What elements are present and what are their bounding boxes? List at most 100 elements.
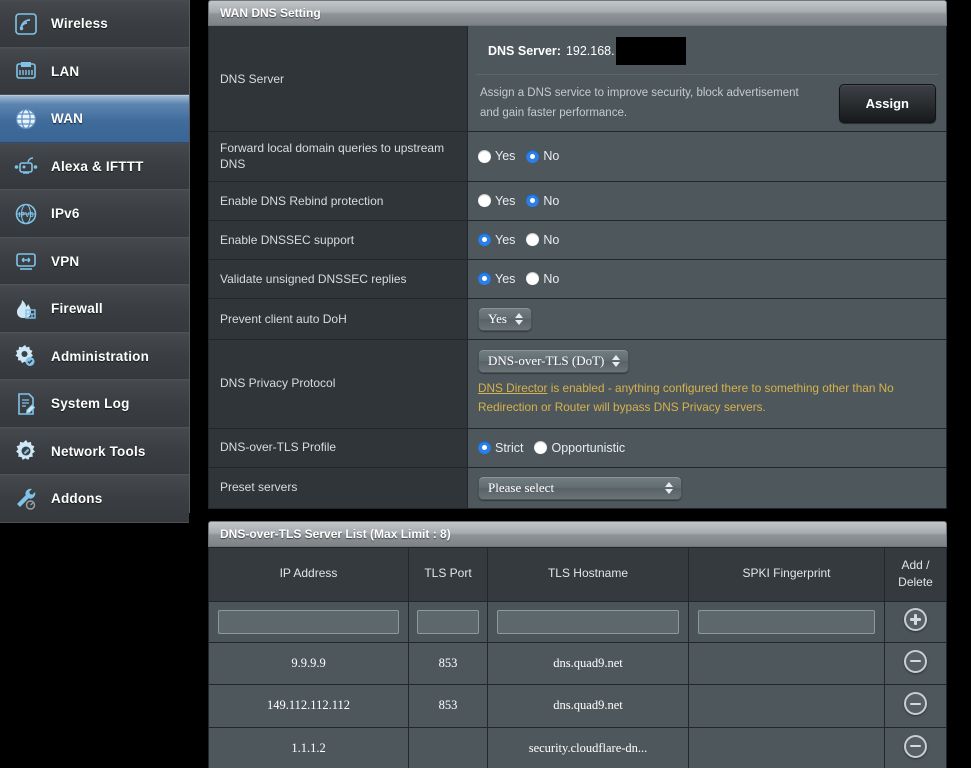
cell-tls-port: 853: [408, 641, 488, 686]
sidebar-item-ipv6[interactable]: IPV6 IPv6: [0, 190, 189, 238]
dot-profile-opportunistic[interactable]: Opportunistic: [534, 441, 625, 455]
forward-local-yes[interactable]: Yes: [478, 149, 515, 163]
radio-indicator: [478, 194, 491, 208]
row-label: Forward local domain queries to upstream…: [209, 132, 468, 181]
sidebar-item-wan[interactable]: WAN: [0, 95, 189, 143]
row-dns-rebind-protection: Enable DNS Rebind protection Yes No: [209, 181, 946, 221]
cell-action: [884, 684, 947, 728]
dns-privacy-protocol-selected-value: DNS-over-TLS (DoT): [488, 352, 605, 368]
ip-address-input[interactable]: [218, 609, 399, 634]
minus-circle-icon[interactable]: [904, 649, 927, 673]
cell-ip-address: 149.112.112.112: [208, 684, 409, 728]
rebind-yes[interactable]: Yes: [478, 194, 515, 208]
radio-indicator: [526, 272, 540, 286]
firewall-flame-icon: [9, 292, 43, 326]
forward-local-no[interactable]: No: [526, 149, 559, 163]
cell-new-action: [884, 600, 947, 643]
table-header-row: IP Address TLS Port TLS Hostname SPKI Fi…: [208, 546, 947, 602]
dnssec-yes[interactable]: Yes: [478, 233, 515, 247]
alexa-ifttt-icon: [9, 149, 43, 183]
row-label: Preset servers: [209, 467, 468, 508]
dns-director-link[interactable]: DNS Director: [478, 381, 547, 395]
sidebar-item-lan[interactable]: LAN: [0, 47, 189, 95]
validate-unsigned-no[interactable]: No: [526, 272, 559, 286]
tls-hostname-input[interactable]: [497, 609, 679, 634]
cell-tls-hostname: dns.quad9.net: [487, 684, 689, 728]
radio-label: Yes: [495, 193, 516, 208]
preset-servers-select[interactable]: Please select: [478, 475, 682, 500]
dns-server-value-label: DNS Server:: [488, 44, 561, 58]
dns-privacy-protocol-select[interactable]: DNS-over-TLS (DoT): [478, 348, 630, 373]
cell-new-port: [408, 600, 488, 643]
table-row: 9.9.9.9 853 dns.quad9.net: [208, 641, 947, 686]
sidebar-item-label: Administration: [51, 348, 150, 364]
rebind-no[interactable]: No: [526, 194, 559, 208]
row-dns-server: DNS Server DNS Server: 192.168. Assign a…: [209, 26, 946, 133]
column-header-ip-address: IP Address: [208, 546, 409, 602]
ipv6-icon: IPV6: [9, 197, 43, 231]
redaction-box: [615, 37, 686, 65]
radio-indicator: [526, 233, 540, 247]
sidebar-item-wireless[interactable]: Wireless: [0, 0, 189, 48]
rebind-radio-group: Yes No: [478, 194, 559, 208]
cell-ip-address: 1.1.1.2: [208, 726, 409, 768]
radio-indicator: [478, 441, 491, 455]
cell-tls-hostname: dns.quad9.net: [487, 641, 689, 686]
prevent-doh-selected-value: Yes: [488, 310, 507, 326]
radio-label: Yes: [495, 149, 516, 164]
column-header-tls-port: TLS Port: [408, 546, 488, 602]
tls-port-input[interactable]: [417, 609, 479, 634]
lan-icon: [9, 54, 43, 88]
dns-server-ip-visible: 192.168.: [565, 44, 615, 58]
cell-spki-fingerprint: [688, 684, 885, 728]
minus-circle-icon[interactable]: [904, 692, 927, 716]
radio-indicator: [478, 272, 491, 286]
cell-tls-port: [408, 726, 488, 768]
radio-indicator: [478, 233, 491, 247]
sidebar-item-administration[interactable]: Administration: [0, 332, 189, 380]
spki-fingerprint-input[interactable]: [698, 609, 875, 634]
dot-profile-strict[interactable]: Strict: [478, 441, 523, 455]
row-preset-servers: Preset servers Please select: [209, 467, 946, 508]
sidebar-item-vpn[interactable]: VPN: [0, 237, 189, 285]
dns-assign-area: Assign a DNS service to improve security…: [468, 75, 946, 131]
sidebar-item-alexa-ifttt[interactable]: Alexa & IFTTT: [0, 142, 189, 190]
dnssec-no[interactable]: No: [526, 233, 559, 247]
sidebar-item-firewall[interactable]: Firewall: [0, 285, 189, 333]
chevron-updown-icon: [612, 354, 621, 367]
row-value: Yes: [468, 298, 946, 339]
row-label: DNS Privacy Protocol: [209, 339, 468, 428]
cell-new-ip: [208, 600, 409, 643]
prevent-doh-select[interactable]: Yes: [478, 306, 532, 331]
sidebar-item-network-tools[interactable]: Network Tools: [0, 427, 189, 475]
radio-label: Opportunistic: [551, 440, 626, 455]
radio-indicator: [478, 149, 491, 163]
sidebar-item-addons[interactable]: Addons: [0, 475, 189, 523]
row-label: DNS-over-TLS Profile: [209, 428, 468, 467]
column-header-tls-hostname: TLS Hostname: [487, 546, 689, 602]
minus-circle-icon[interactable]: [904, 734, 927, 758]
sidebar-item-label: Addons: [51, 491, 103, 507]
chevron-updown-icon: [514, 312, 523, 325]
cell-tls-hostname: security.cloudflare-dn...: [487, 726, 689, 768]
row-value: Yes No: [468, 132, 946, 181]
column-header-spki-fingerprint: SPKI Fingerprint: [688, 546, 885, 602]
assign-button[interactable]: Assign: [838, 83, 936, 123]
validate-unsigned-radio-group: Yes No: [478, 272, 559, 286]
cell-spki-fingerprint: [688, 641, 885, 686]
system-log-icon: [9, 387, 43, 421]
sidebar-item-label: System Log: [51, 396, 130, 412]
addons-wrench-icon: [9, 482, 43, 516]
sidebar-item-system-log[interactable]: System Log: [0, 380, 189, 428]
new-server-input-row: [208, 600, 947, 643]
sidebar-item-label: Firewall: [51, 301, 103, 317]
radio-label: No: [543, 271, 560, 286]
sidebar-item-label: LAN: [51, 63, 80, 79]
plus-circle-icon[interactable]: [904, 608, 927, 632]
row-dot-profile: DNS-over-TLS Profile Strict Opportunisti…: [209, 428, 946, 468]
sidebar-nav: Wireless LAN WAN Alexa & IFTTT IPV6 IPv6…: [0, 0, 190, 523]
main-content: WAN DNS Setting DNS Server DNS Server: 1…: [208, 0, 947, 768]
preset-servers-selected-value: Please select: [488, 479, 555, 495]
row-label: Prevent client auto DoH: [209, 298, 468, 339]
validate-unsigned-yes[interactable]: Yes: [478, 272, 515, 286]
